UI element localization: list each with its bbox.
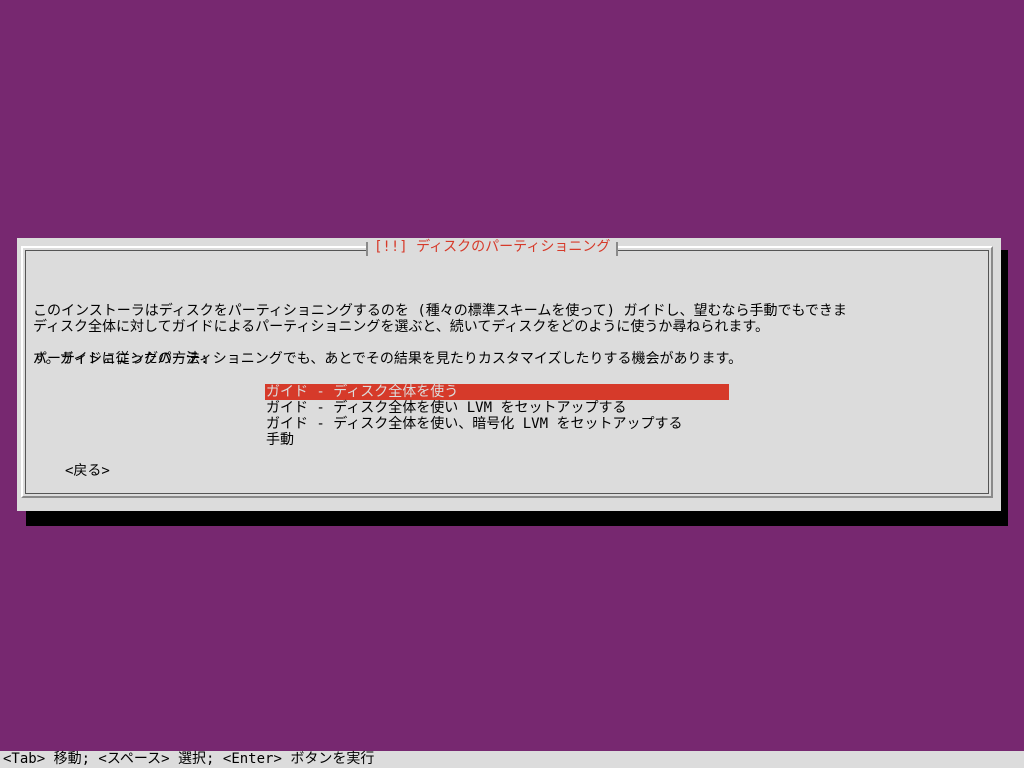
option-manual[interactable]: 手動 bbox=[265, 432, 729, 448]
guided-info-text: ディスク全体に対してガイドによるパーティショニングを選ぶと、続いてディスクをどの… bbox=[33, 319, 769, 335]
method-label: パーティショニングの方法: bbox=[33, 351, 209, 367]
option-guided-encrypted-lvm[interactable]: ガイド - ディスク全体を使い、暗号化 LVM をセットアップする bbox=[265, 416, 729, 432]
description-line-1: このインストーラはディスクをパーティショニングするのを (種々の標準スキームを使… bbox=[33, 303, 847, 319]
installer-screen: [!!] ディスクのパーティショニング このインストーラはディスクをパーティショ… bbox=[0, 0, 1024, 768]
dialog-title: [!!] ディスクのパーティショニング bbox=[366, 238, 619, 256]
back-button[interactable]: <戻る> bbox=[65, 463, 110, 479]
partition-dialog: [!!] ディスクのパーティショニング このインストーラはディスクをパーティショ… bbox=[17, 238, 1001, 511]
key-help-statusbar: <Tab> 移動; <スペース> 選択; <Enter> ボタンを実行 bbox=[0, 751, 1024, 768]
description-paragraph: このインストーラはディスクをパーティショニングするのを (種々の標準スキームを使… bbox=[33, 271, 847, 399]
option-guided-entire-disk[interactable]: ガイド - ディスク全体を使う bbox=[265, 384, 729, 400]
option-guided-lvm[interactable]: ガイド - ディスク全体を使い LVM をセットアップする bbox=[265, 400, 729, 416]
partition-method-list: ガイド - ディスク全体を使う ガイド - ディスク全体を使い LVM をセット… bbox=[265, 384, 729, 448]
